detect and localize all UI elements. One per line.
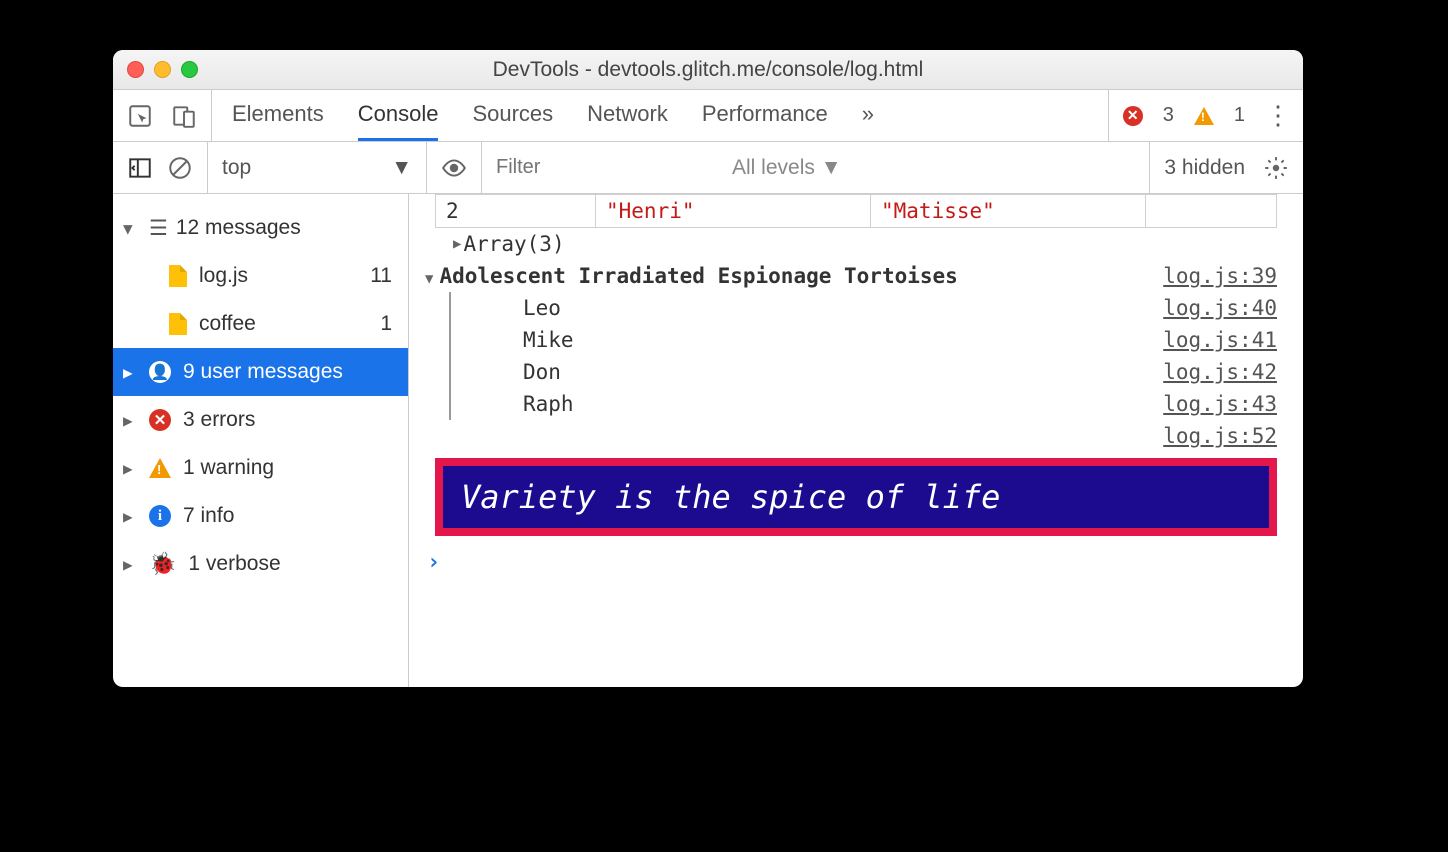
table-cell-last: "Matisse" <box>871 195 1146 227</box>
console-log-row: Don log.js:42 <box>451 356 1303 388</box>
tab-elements[interactable]: Elements <box>232 90 324 141</box>
context-selector[interactable]: top <box>222 156 251 180</box>
table-cell-empty <box>1146 195 1276 227</box>
log-levels-selector[interactable]: All levels ▼ <box>732 156 841 180</box>
styled-log-message: Variety is the spice of life <box>435 458 1277 536</box>
console-prompt[interactable]: › <box>409 542 1303 583</box>
source-link[interactable]: log.js:41 <box>1163 328 1277 352</box>
table-row: 2 "Henri" "Matisse" <box>435 194 1277 228</box>
console-sidebar: ▼ ☰ 12 messages log.js 11 coffee 1 ▶ 👤 9… <box>113 194 409 687</box>
sidebar-file-logjs[interactable]: log.js 11 <box>113 252 408 300</box>
inspect-icon[interactable] <box>127 103 153 129</box>
bug-icon: 🐞 <box>149 551 176 577</box>
log-message: Mike <box>523 328 574 352</box>
devtools-window: DevTools - devtools.glitch.me/console/lo… <box>113 50 1303 687</box>
source-link[interactable]: log.js:42 <box>1163 360 1277 384</box>
user-icon: 👤 <box>149 361 171 383</box>
minimize-icon[interactable] <box>154 61 171 78</box>
sidebar-warnings[interactable]: ▶ 1 warning <box>113 444 408 492</box>
sidebar-errors-label: 3 errors <box>183 408 255 432</box>
array-collapsed-row[interactable]: ▶ Array(3) <box>409 228 1303 260</box>
console-log-row: Raph log.js:43 <box>451 388 1303 420</box>
file-icon <box>169 313 187 335</box>
window-title: DevTools - devtools.glitch.me/console/lo… <box>113 58 1303 82</box>
file-icon <box>169 265 187 287</box>
console-log-row: Leo log.js:40 <box>451 292 1303 324</box>
eye-icon[interactable] <box>441 155 467 181</box>
device-toggle-icon[interactable] <box>171 103 197 129</box>
gear-icon[interactable] <box>1263 155 1289 181</box>
main-toolbar: Elements Console Sources Network Perform… <box>113 90 1303 142</box>
sidebar-info-label: 7 info <box>183 504 234 528</box>
console-log-row: log.js:52 <box>409 420 1303 452</box>
mac-titlebar: DevTools - devtools.glitch.me/console/lo… <box>113 50 1303 90</box>
console-log-row: Mike log.js:41 <box>451 324 1303 356</box>
context-value: top <box>222 156 251 180</box>
chevron-down-icon: ▼ <box>391 156 412 180</box>
warning-icon <box>149 458 171 478</box>
traffic-lights <box>127 61 198 78</box>
sidebar-file-count: 11 <box>370 264 408 288</box>
console-output: 2 "Henri" "Matisse" ▶ Array(3) ▼ Adolesce… <box>409 194 1303 687</box>
sidebar-errors[interactable]: ▶ ✕ 3 errors <box>113 396 408 444</box>
sidebar-verbose-label: 1 verbose <box>188 552 280 576</box>
table-cell-index: 2 <box>436 195 596 227</box>
clear-console-icon[interactable] <box>167 155 193 181</box>
sidebar-messages[interactable]: ▼ ☰ 12 messages <box>113 204 408 252</box>
sidebar-verbose[interactable]: ▶ 🐞 1 verbose <box>113 540 408 588</box>
group-title: Adolescent Irradiated Espionage Tortoise… <box>439 264 957 288</box>
sidebar-messages-label: 12 messages <box>176 216 301 240</box>
sidebar-toggle-icon[interactable] <box>127 155 153 181</box>
sidebar-file-label: coffee <box>199 312 256 336</box>
source-link[interactable]: log.js:40 <box>1163 296 1277 320</box>
warning-count: 1 <box>1234 104 1245 127</box>
console-toolbar: top ▼ All levels ▼ 3 hidden <box>113 142 1303 194</box>
log-message: Raph <box>523 392 574 416</box>
expand-icon: ▶ <box>453 236 461 252</box>
sidebar-file-label: log.js <box>199 264 248 288</box>
tab-performance[interactable]: Performance <box>702 90 828 141</box>
info-icon: i <box>149 505 171 527</box>
kebab-menu-icon[interactable]: ⋮ <box>1265 100 1289 131</box>
tab-network[interactable]: Network <box>587 90 668 141</box>
tabs-overflow[interactable]: » <box>862 90 874 141</box>
tab-sources[interactable]: Sources <box>472 90 553 141</box>
error-icon[interactable]: ✕ <box>1123 106 1143 126</box>
array-label: Array(3) <box>463 232 564 256</box>
filter-input[interactable] <box>496 156 706 179</box>
source-link[interactable]: log.js:52 <box>1163 424 1277 448</box>
hidden-count: 3 hidden <box>1164 156 1245 180</box>
sidebar-file-coffee[interactable]: coffee 1 <box>113 300 408 348</box>
console-group-header[interactable]: ▼ Adolescent Irradiated Espionage Tortois… <box>409 260 1303 292</box>
log-message: Leo <box>523 296 561 320</box>
sidebar-warnings-label: 1 warning <box>183 456 274 480</box>
error-icon: ✕ <box>149 409 171 431</box>
table-cell-first: "Henri" <box>596 195 871 227</box>
close-icon[interactable] <box>127 61 144 78</box>
sidebar-user-label: 9 user messages <box>183 360 343 384</box>
sidebar-info[interactable]: ▶ i 7 info <box>113 492 408 540</box>
maximize-icon[interactable] <box>181 61 198 78</box>
source-link[interactable]: log.js:39 <box>1163 264 1277 288</box>
source-link[interactable]: log.js:43 <box>1163 392 1277 416</box>
list-icon: ☰ <box>149 216 164 240</box>
sidebar-file-count: 1 <box>380 312 408 336</box>
sidebar-user-messages[interactable]: ▶ 👤 9 user messages <box>113 348 408 396</box>
warning-icon[interactable] <box>1194 107 1214 125</box>
collapse-icon: ▼ <box>425 271 433 287</box>
error-count: 3 <box>1163 104 1174 127</box>
log-message: Don <box>523 360 561 384</box>
tab-console[interactable]: Console <box>358 90 439 141</box>
